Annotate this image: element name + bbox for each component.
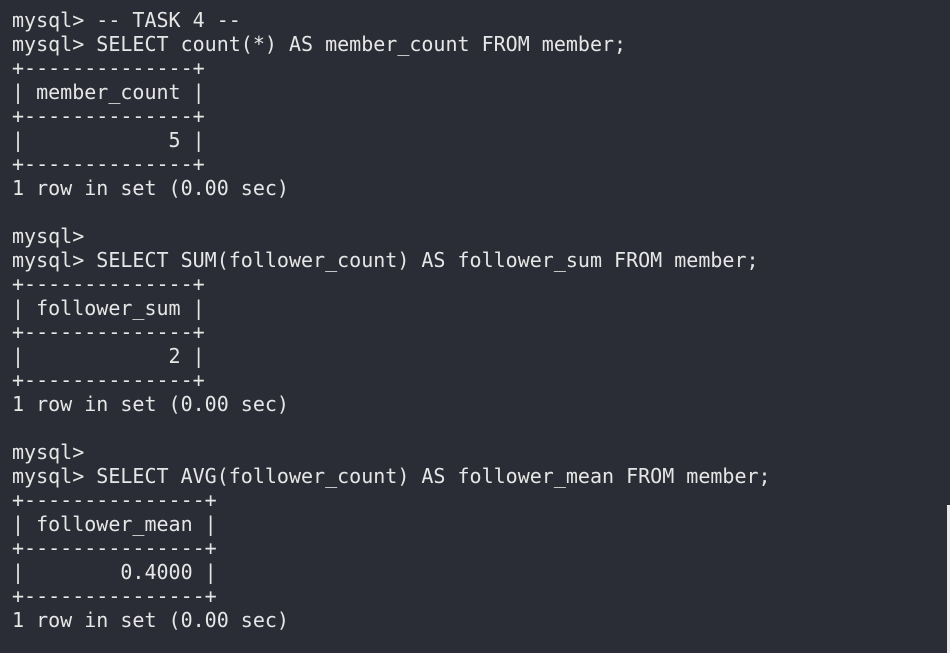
prompt-line-task-comment: mysql> -- TASK 4 -- bbox=[12, 8, 241, 32]
table-row: | 0.4000 | bbox=[12, 560, 217, 584]
table-border: +--------------+ bbox=[12, 272, 205, 296]
table-row: | 2 | bbox=[12, 344, 205, 368]
table-row: | 5 | bbox=[12, 128, 205, 152]
result-summary: 1 row in set (0.00 sec) bbox=[12, 392, 289, 416]
table-border: +---------------+ bbox=[12, 488, 217, 512]
result-summary: 1 row in set (0.00 sec) bbox=[12, 608, 289, 632]
table-header: | member_count | bbox=[12, 80, 205, 104]
terminal-window[interactable]: mysql> -- TASK 4 -- mysql> SELECT count(… bbox=[0, 0, 950, 653]
table-border: +---------------+ bbox=[12, 536, 217, 560]
query-line-follower-mean: mysql> SELECT AVG(follower_count) AS fol… bbox=[12, 464, 771, 488]
table-border: +--------------+ bbox=[12, 152, 205, 176]
table-border: +--------------+ bbox=[12, 56, 205, 80]
prompt-line: mysql> bbox=[12, 440, 85, 464]
table-header: | follower_sum | bbox=[12, 296, 205, 320]
query-line-member-count: mysql> SELECT count(*) AS member_count F… bbox=[12, 32, 627, 56]
table-header: | follower_mean | bbox=[12, 512, 217, 536]
table-border: +--------------+ bbox=[12, 104, 205, 128]
query-line-follower-sum: mysql> SELECT SUM(follower_count) AS fol… bbox=[12, 248, 759, 272]
table-border: +--------------+ bbox=[12, 320, 205, 344]
table-border: +---------------+ bbox=[12, 584, 217, 608]
result-summary: 1 row in set (0.00 sec) bbox=[12, 176, 289, 200]
table-border: +--------------+ bbox=[12, 368, 205, 392]
prompt-line: mysql> bbox=[12, 224, 85, 248]
